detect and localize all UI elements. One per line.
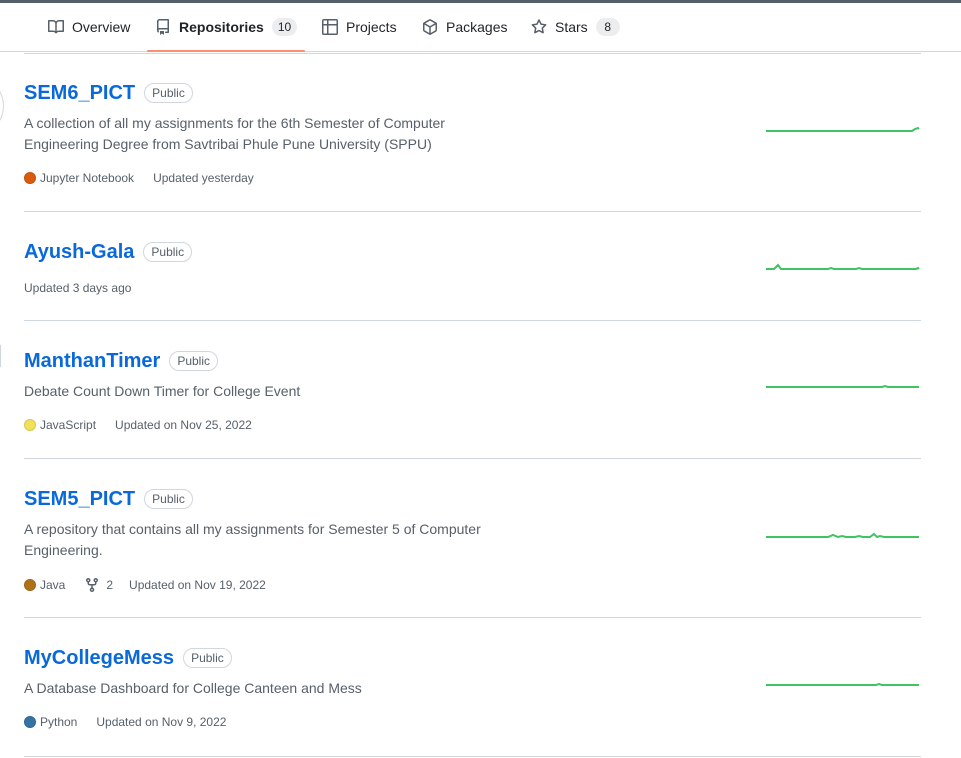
repo-link[interactable]: ManthanTimer (24, 350, 160, 373)
updated-time: Updated 3 days ago (24, 281, 132, 295)
activity-sparkline (766, 532, 919, 539)
repo-language: Java (24, 578, 65, 592)
profile-tab-nav: Overview Repositories 10 Projects Packag… (0, 3, 961, 52)
repo-language: Python (24, 715, 77, 729)
updated-time: Updated on Nov 19, 2022 (129, 578, 266, 592)
activity-sparkline (766, 126, 920, 132)
stars-count: 8 (595, 18, 620, 36)
forks-link[interactable]: 2 (84, 577, 113, 593)
divider (24, 211, 921, 212)
star-icon (531, 19, 547, 34)
repo-language: JavaScript (24, 418, 96, 432)
visibility-badge: Public (144, 83, 193, 103)
tab-stars[interactable]: Stars 8 (531, 3, 620, 51)
language-color-dot (24, 716, 36, 728)
activity-sparkline (766, 263, 920, 270)
repo-description: A repository that contains all my assign… (24, 521, 481, 558)
repo-link[interactable]: Ayush-Gala (24, 241, 134, 264)
repo-language: Jupyter Notebook (24, 171, 134, 185)
language-color-dot (24, 579, 36, 591)
forks-count: 2 (106, 578, 114, 592)
divider (24, 617, 921, 618)
repo-link[interactable]: SEM5_PICT (24, 488, 135, 511)
tab-repositories[interactable]: Repositories 10 (146, 3, 306, 52)
tab-overview-label: Overview (72, 19, 131, 35)
package-icon (423, 19, 437, 35)
tab-packages[interactable]: Packages (422, 3, 507, 51)
fork-icon (86, 578, 99, 593)
language-name: JavaScript (40, 418, 97, 432)
updated-time: Updated on Nov 9, 2022 (96, 715, 227, 729)
tab-repositories-label: Repositories (179, 19, 264, 35)
table-icon (322, 19, 338, 35)
tab-stars-label: Stars (555, 19, 588, 35)
language-color-dot (24, 172, 36, 184)
repo-description: Debate Count Down Timer for College Even… (24, 383, 301, 399)
activity-sparkline (766, 682, 919, 686)
repo-link[interactable]: SEM6_PICT (24, 82, 135, 105)
language-color-dot (24, 419, 36, 431)
divider (24, 53, 921, 54)
repo-description: A Database Dashboard for College Canteen… (24, 680, 362, 696)
updated-time: Updated on Nov 25, 2022 (115, 418, 252, 432)
visibility-badge: Public (183, 648, 232, 668)
divider (24, 756, 921, 757)
language-name: Jupyter Notebook (40, 171, 135, 185)
divider (24, 458, 921, 459)
profile-avatar-edge (0, 80, 4, 132)
language-name: Python (40, 715, 78, 729)
divider (24, 320, 921, 321)
language-name: Java (40, 578, 66, 592)
repositories-count: 10 (271, 18, 298, 36)
tab-projects[interactable]: Projects (322, 3, 397, 51)
repo-description: A collection of all my assignments for t… (24, 115, 445, 152)
sidebar-edge (0, 345, 1, 367)
repo-icon (157, 19, 169, 35)
repo-link[interactable]: MyCollegeMess (24, 647, 174, 670)
book-icon (48, 19, 64, 34)
visibility-badge: Public (143, 242, 193, 262)
visibility-badge: Public (169, 351, 219, 371)
activity-sparkline (766, 384, 919, 388)
tab-projects-label: Projects (346, 19, 397, 35)
tab-packages-label: Packages (446, 19, 508, 35)
updated-time: Updated yesterday (153, 171, 254, 185)
tab-overview[interactable]: Overview (48, 3, 130, 51)
visibility-badge: Public (144, 489, 193, 509)
